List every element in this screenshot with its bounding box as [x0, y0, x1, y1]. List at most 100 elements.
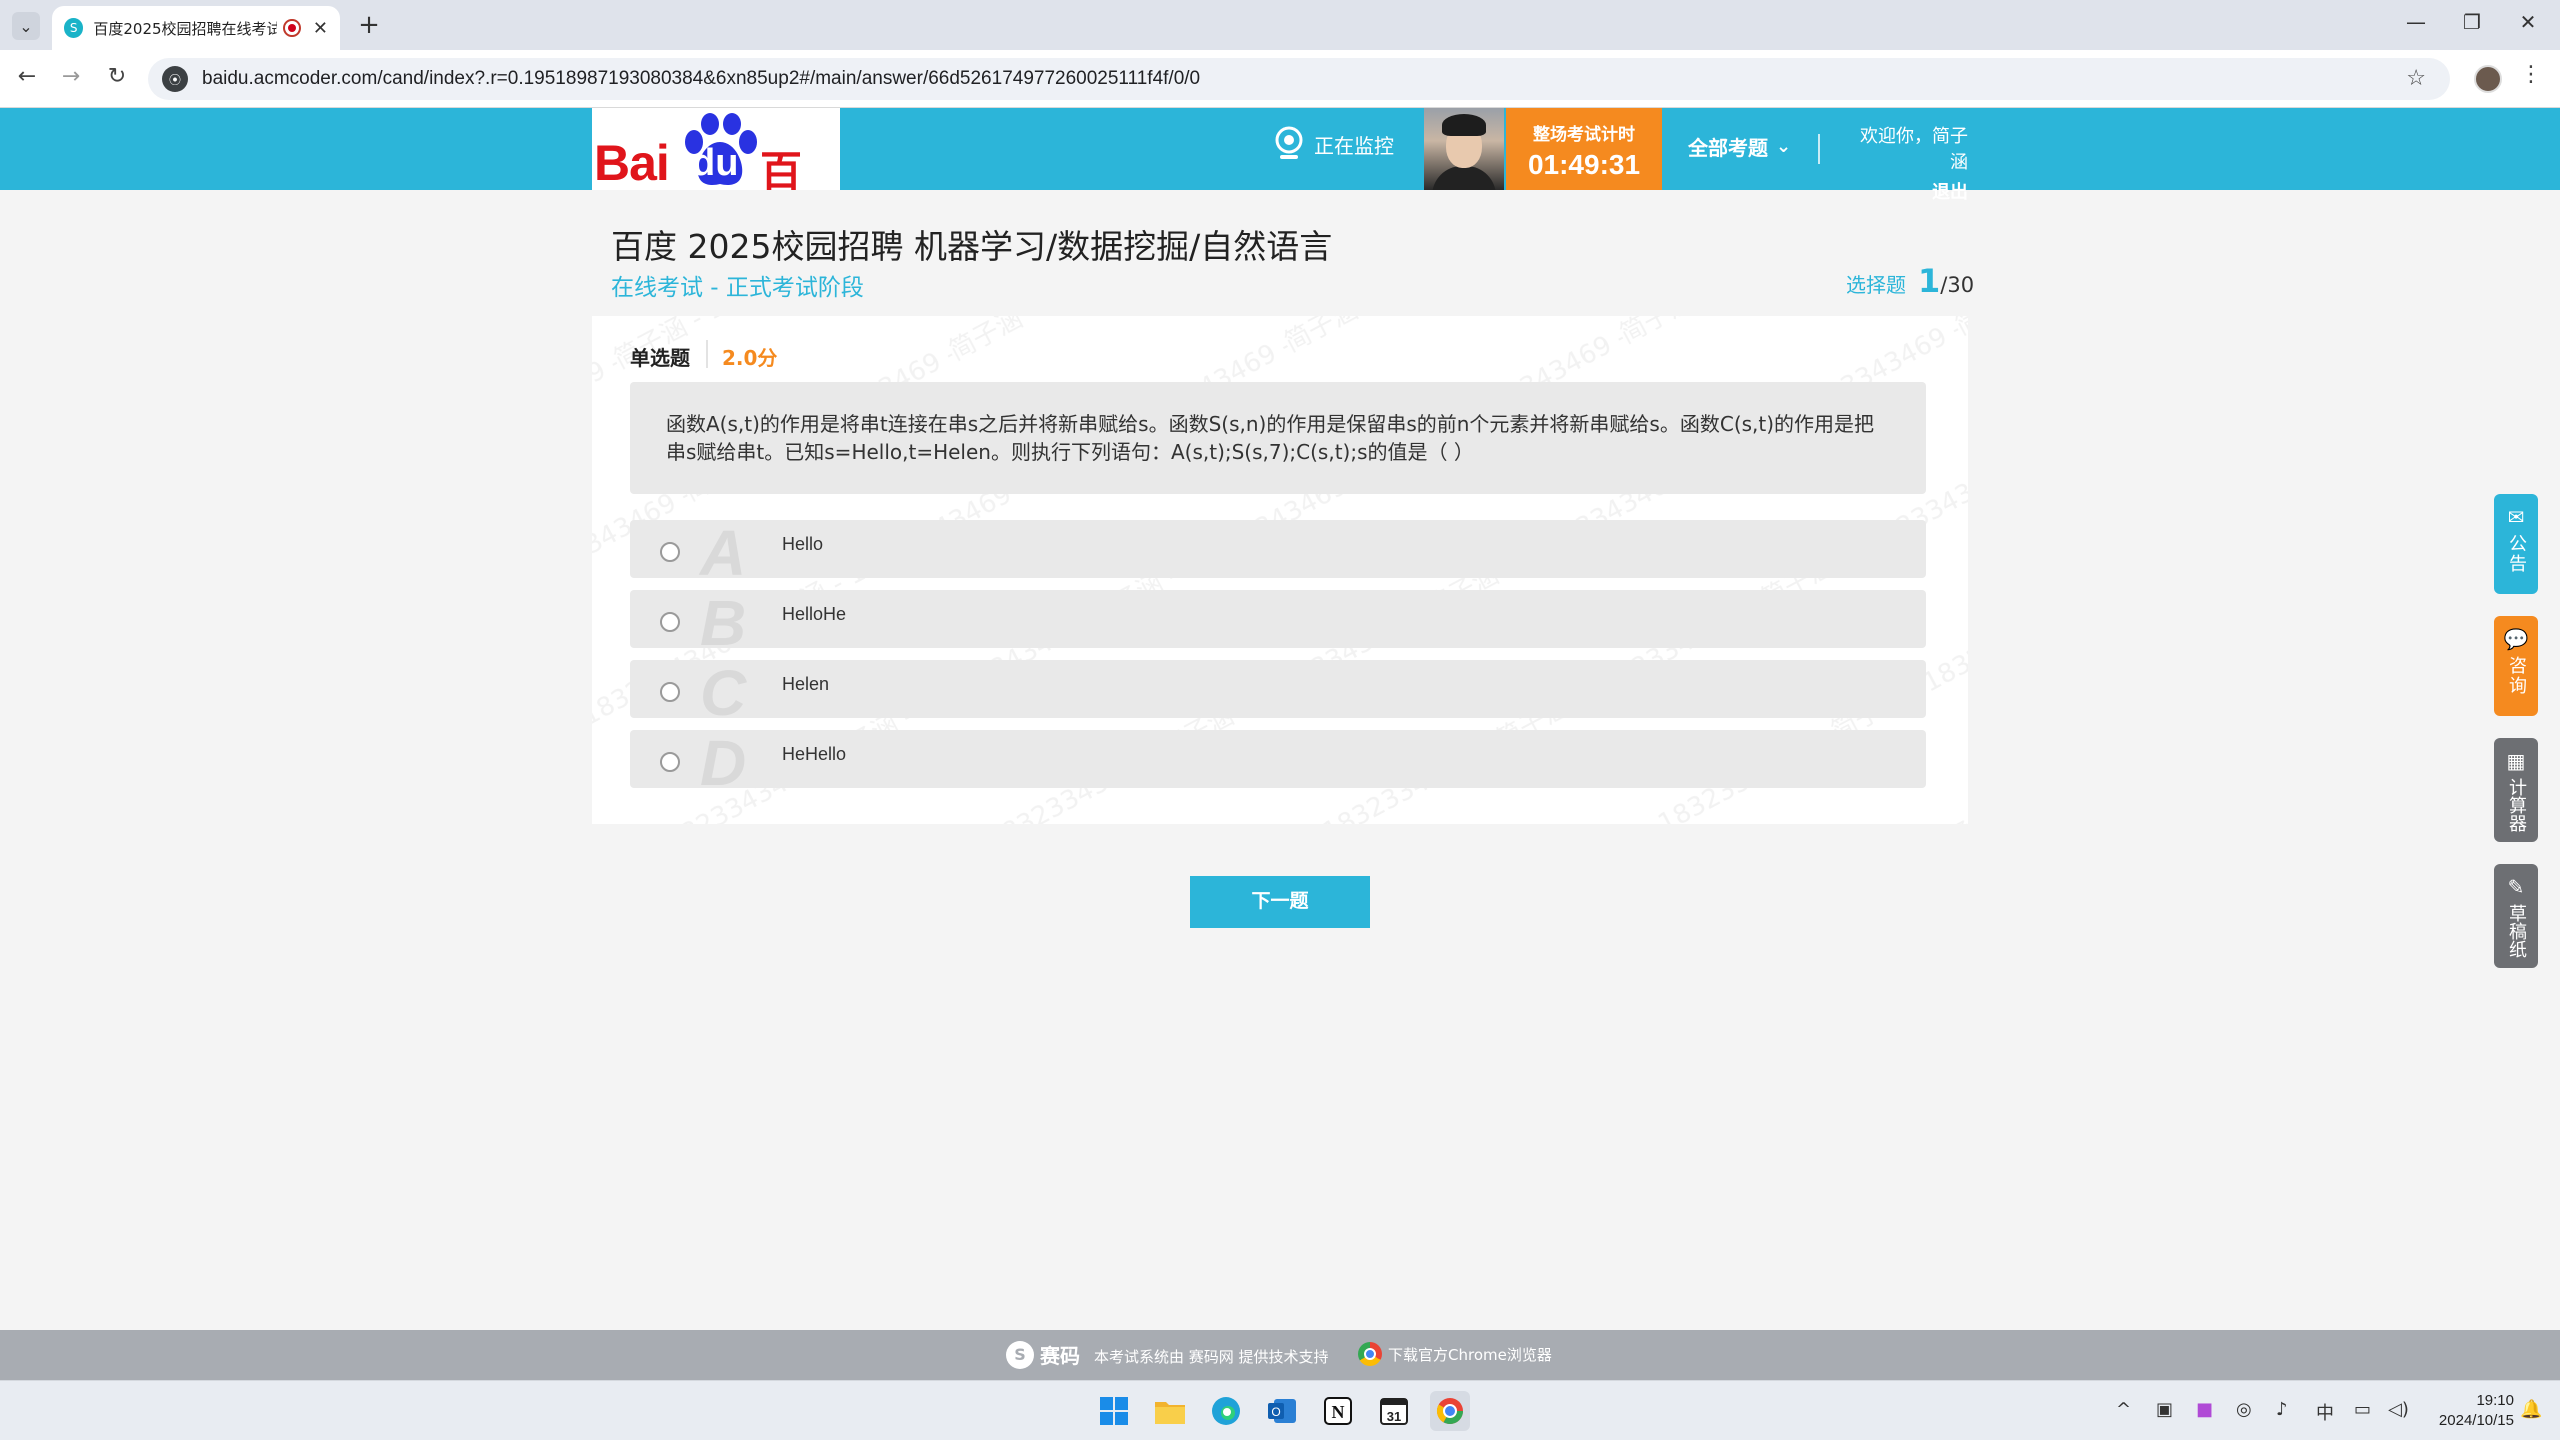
system-clock[interactable]: 19:10 2024/10/15	[2424, 1391, 2514, 1431]
window-close-icon[interactable]: ✕	[2508, 10, 2548, 34]
option-d-radio[interactable]	[660, 752, 680, 772]
webcam-preview	[1424, 108, 1504, 190]
recording-indicator-icon	[283, 19, 301, 37]
footer-support-text: 本考试系统由 赛码网 提供技术支持	[1094, 1348, 1329, 1366]
clock-date: 2024/10/15	[2438, 1412, 2514, 1429]
welcome-text: 欢迎你，简子涵	[1860, 126, 1968, 173]
clock-time: 19:10	[2476, 1392, 2514, 1409]
back-arrow-icon[interactable]: ←	[12, 64, 42, 89]
chevron-down-icon: ⌄	[19, 16, 33, 36]
logout-link[interactable]: 退出	[1844, 178, 1968, 204]
calendar-icon[interactable]: 31	[1374, 1391, 1414, 1431]
volume-icon[interactable]: ◁)	[2388, 1399, 2409, 1420]
browser-toolbar: ← → ↻ ⦿ baidu.acmcoder.com/cand/index?.r…	[0, 50, 2560, 108]
display-icon[interactable]: ▭	[2354, 1399, 2371, 1420]
side-tool-scratchpad[interactable]: ✎ 草稿纸	[2494, 864, 2538, 968]
question-text: 函数A(s,t)的作用是将串t连接在串s之后并将新串赋给s。函数S(s,n)的作…	[630, 382, 1926, 494]
browser-menu-icon[interactable]: ⋮	[2520, 62, 2542, 87]
profile-avatar[interactable]	[2474, 65, 2502, 93]
address-bar[interactable]: ⦿ baidu.acmcoder.com/cand/index?.r=0.195…	[148, 58, 2450, 100]
site-info-icon[interactable]: ⦿	[162, 66, 188, 92]
option-b-letter: B	[700, 587, 747, 659]
page-footer: S 赛码 本考试系统由 赛码网 提供技术支持 下载官方Chrome浏览器	[0, 1330, 2560, 1380]
logo-text-chinese: 百度	[760, 147, 803, 190]
option-c[interactable]: C Helen	[630, 658, 1926, 728]
download-chrome-text: 下载官方Chrome浏览器	[1388, 1345, 1552, 1364]
option-a-radio[interactable]	[660, 542, 680, 562]
windows-start-icon[interactable]	[1094, 1391, 1134, 1431]
monitor-label: 正在监控	[1314, 133, 1394, 158]
side-tool-calculator[interactable]: ▦ 计算器	[2494, 738, 2538, 842]
option-d-text: HeHello	[782, 744, 847, 764]
windows-taskbar: O N 31 ^ ▣ ■ ◎ ♪ 中 ▭ ◁) 19:10 2024/10/15…	[0, 1380, 2560, 1440]
logo-text-bai: Bai	[594, 135, 670, 190]
svg-text:31: 31	[1387, 1409, 1401, 1424]
side-tool-label: 计算器	[2506, 778, 2527, 832]
option-c-text: Helen	[782, 674, 830, 694]
user-welcome: 欢迎你，简子涵 退出	[1844, 122, 1968, 204]
star-icon[interactable]: ☆	[2406, 66, 2426, 91]
site-favicon-icon: S	[64, 18, 84, 38]
option-a-letter: A	[700, 517, 747, 589]
mail-icon: ✉	[2507, 505, 2525, 529]
reload-icon[interactable]: ↻	[102, 64, 132, 89]
footer-brand: S 赛码	[1006, 1340, 1080, 1369]
option-d[interactable]: D HeHello	[630, 728, 1926, 798]
tab-title: 百度2025校园招聘在线考试	[93, 19, 278, 38]
option-c-radio[interactable]	[660, 682, 680, 702]
tray-network-globe-icon[interactable]: ◎	[2236, 1399, 2252, 1420]
monitor-status: 正在监控	[1272, 126, 1394, 162]
chrome-icon	[1358, 1342, 1382, 1366]
chrome-taskbar-icon[interactable]	[1430, 1391, 1470, 1431]
microphone-icon[interactable]: ♪	[2276, 1399, 2288, 1420]
tab-close-icon[interactable]: ✕	[313, 18, 328, 39]
browser-tab-active[interactable]: S 百度2025校园招聘在线考试 ✕	[52, 6, 340, 50]
question-progress: 选择题 1 /30	[1846, 262, 1974, 300]
side-tool-label: 咨询	[2506, 656, 2527, 696]
next-question-button[interactable]: 下一题	[1190, 876, 1370, 928]
tray-overflow-icon[interactable]: ^	[2116, 1399, 2131, 1420]
restore-icon[interactable]: ❐	[2452, 10, 2492, 34]
all-questions-dropdown[interactable]: 全部考题 ⌄	[1688, 132, 1791, 161]
question-score: 2.0分	[722, 346, 778, 370]
option-b-radio[interactable]	[660, 612, 680, 632]
outlook-icon[interactable]: O	[1262, 1391, 1302, 1431]
progress-total: /30	[1940, 273, 1975, 297]
forward-arrow-icon[interactable]: →	[56, 64, 86, 89]
logo-text-du: du	[692, 142, 739, 184]
option-c-letter: C	[700, 657, 747, 729]
calculator-icon: ▦	[2506, 749, 2526, 773]
chevron-down-icon: ⌄	[1776, 136, 1792, 157]
tray-app-icon[interactable]: ▣	[2156, 1399, 2173, 1420]
option-d-letter: D	[700, 727, 747, 799]
edge-browser-icon[interactable]	[1206, 1391, 1246, 1431]
footer-brand-text: 赛码	[1040, 1344, 1080, 1368]
file-explorer-icon[interactable]	[1150, 1391, 1190, 1431]
svg-text:O: O	[1271, 1405, 1280, 1419]
timer-value: 01:49:31	[1527, 149, 1641, 180]
chat-icon: 💬	[2503, 627, 2529, 651]
ime-indicator[interactable]: 中	[2316, 1399, 2334, 1425]
notion-icon[interactable]: N	[1318, 1391, 1358, 1431]
new-tab-button[interactable]: +	[354, 10, 384, 40]
progress-type: 选择题	[1846, 273, 1906, 297]
side-tool-consult[interactable]: 💬 咨询	[2494, 616, 2538, 716]
svg-text:N: N	[1332, 1402, 1345, 1422]
side-tool-announcement[interactable]: ✉ 公告	[2494, 494, 2538, 594]
tray-app2-icon[interactable]: ■	[2196, 1399, 2213, 1420]
option-b[interactable]: B HelloHe	[630, 588, 1926, 658]
baidu-logo: Bai du 百度	[592, 108, 840, 190]
download-chrome-link[interactable]: 下载官方Chrome浏览器	[1358, 1342, 1552, 1366]
url-text: baidu.acmcoder.com/cand/index?.r=0.19518…	[202, 68, 1201, 89]
option-a-text: Hello	[782, 534, 824, 554]
option-a[interactable]: A Hello	[630, 518, 1926, 588]
notification-bell-icon[interactable]: 🔔	[2520, 1399, 2542, 1420]
browser-tab-bar: ⌄ S 百度2025校园招聘在线考试 ✕ + — ❐ ✕	[0, 0, 2560, 50]
exam-timer: 整场考试计时 01:49:31	[1506, 108, 1662, 190]
tab-search-dropdown[interactable]: ⌄	[12, 12, 40, 40]
minimize-icon[interactable]: —	[2396, 10, 2436, 34]
all-questions-label: 全部考题	[1688, 136, 1768, 160]
side-tool-label: 公告	[2506, 534, 2527, 574]
header-divider	[1818, 134, 1820, 164]
question-type-divider	[706, 340, 708, 368]
